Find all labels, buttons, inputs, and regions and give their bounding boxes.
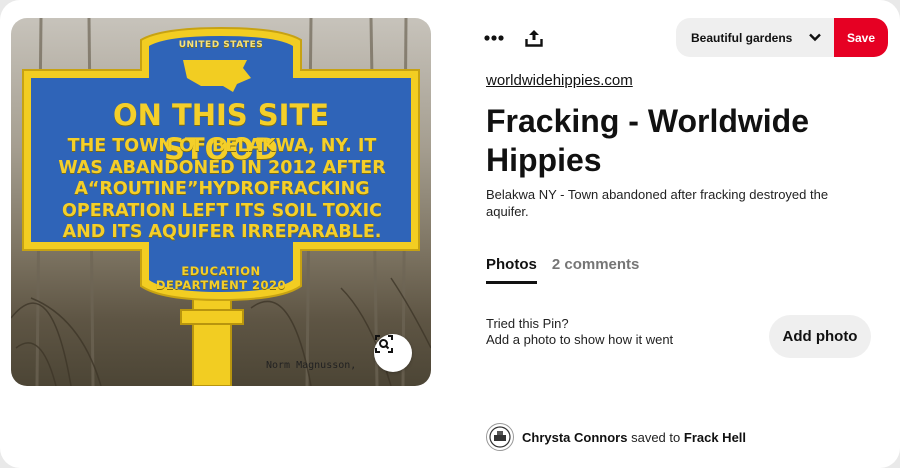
share-button[interactable] [520, 24, 548, 52]
photo-credit: Norm Magnusson, [266, 360, 357, 371]
visual-search-icon [375, 335, 393, 353]
tried-subtext: Add a photo to show how it went [486, 332, 674, 347]
saver-name[interactable]: Chrysta Connors [522, 430, 627, 445]
save-button[interactable]: Save [834, 18, 888, 57]
sign-country-text: UNITED STATES [178, 40, 264, 50]
tab-bar: Photos 2 comments [486, 256, 639, 284]
saver-action: saved to [631, 429, 681, 445]
tried-question: Tried this Pin? [486, 316, 569, 331]
tab-photos[interactable]: Photos [486, 256, 537, 284]
more-horizontal-icon [484, 35, 504, 41]
source-link[interactable]: worldwidehippies.com [486, 72, 633, 89]
saved-by-row: Chrysta Connors saved to Frack Hell [486, 423, 746, 451]
visual-search-button[interactable] [374, 334, 412, 372]
add-photo-button[interactable]: Add photo [769, 315, 871, 358]
tried-pin-prompt: Tried this Pin? Add a photo to show how … [486, 316, 673, 348]
board-logo-icon [489, 426, 511, 448]
pin-description: Belakwa NY - Town abandoned after fracki… [486, 187, 829, 219]
pin-closeup-card: UNITED STATES ON THIS SITE STOOD THE TOW… [0, 0, 900, 468]
sign-department-text: EDUCATION DEPARTMENT 2020 [155, 264, 287, 292]
avatar[interactable] [486, 423, 514, 451]
pin-title: Fracking - Worldwide Hippies [486, 103, 809, 178]
more-options-button[interactable] [480, 24, 508, 52]
board-selector[interactable]: Beautiful gardens [676, 18, 834, 57]
share-upload-icon [525, 30, 543, 47]
sign-body-text: THE TOWN OF BELAKWA, NY. IT WAS ABANDONE… [58, 136, 386, 242]
chevron-down-icon [809, 33, 821, 42]
board-selector-label: Beautiful gardens [691, 30, 793, 45]
pin-image[interactable]: UNITED STATES ON THIS SITE STOOD THE TOW… [11, 18, 431, 386]
tab-comments[interactable]: 2 comments [552, 256, 640, 284]
saver-board[interactable]: Frack Hell [684, 430, 746, 445]
